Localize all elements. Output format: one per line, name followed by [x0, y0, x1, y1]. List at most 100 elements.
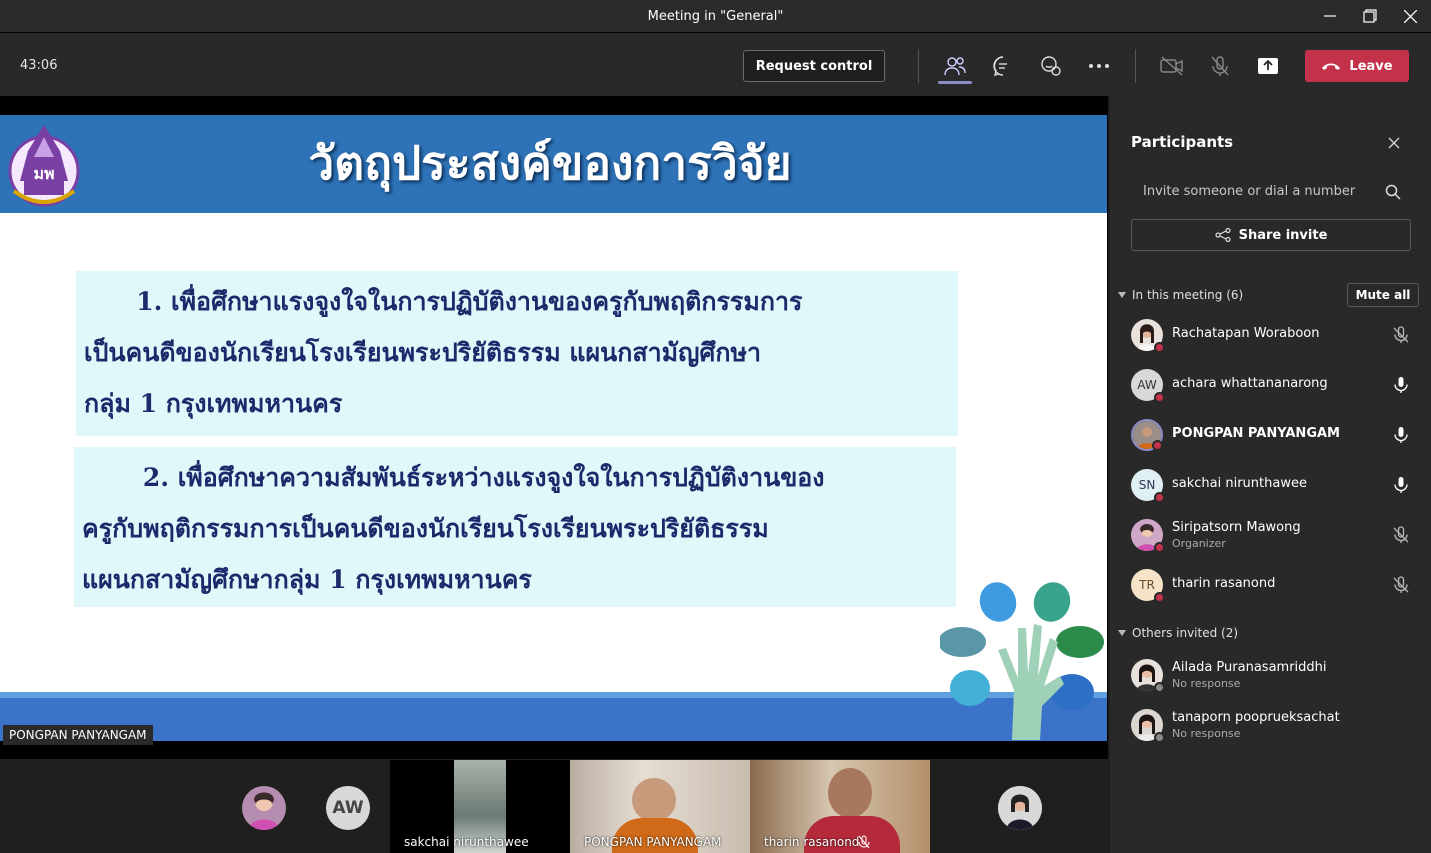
in-meeting-label: In this meeting (6)	[1132, 288, 1244, 302]
video-tile[interactable]: PONGPAN PANYANGAM	[570, 760, 750, 853]
status-busy-dot	[1154, 492, 1165, 503]
phone-hangup-icon	[1322, 63, 1341, 70]
others-invited-label: Others invited (2)	[1132, 626, 1239, 640]
mic-on-icon	[1392, 426, 1410, 444]
request-control-button[interactable]: Request control	[743, 50, 885, 82]
objective-2-line: 2. เพื่อศึกษาความสัมพันธ์ระหว่างแรงจูงใจ…	[82, 463, 825, 492]
in-meeting-section-toggle[interactable]: In this meeting (6)	[1118, 288, 1243, 302]
hand-tree-illustration	[938, 580, 1107, 740]
mic-off-icon[interactable]	[1207, 53, 1233, 79]
restore-icon[interactable]	[1350, 0, 1390, 32]
svg-text:มพ: มพ	[33, 164, 54, 183]
video-tile[interactable]: sakchai nirunthawee	[390, 760, 570, 853]
participant-name: tharin rasanond	[1172, 576, 1276, 591]
reactions-icon[interactable]	[1038, 53, 1064, 79]
invited-row[interactable]: tanaporn pooprueksachat No response	[1110, 700, 1431, 750]
participant-role: Organizer	[1172, 537, 1226, 550]
participant-avatar: SN	[1131, 469, 1165, 503]
video-tile[interactable]: tharin rasanond	[750, 760, 930, 853]
meeting-toolbar: 43:06 Request control Leave	[0, 32, 1431, 96]
shared-content-stage: มพ วัตถุประสงค์ของการวิจัย 1. เพื่อศึกษา…	[0, 96, 1108, 759]
window-titlebar: Meeting in "General"	[0, 0, 1431, 32]
participant-row[interactable]: Siripatsorn Mawong Organizer	[1110, 510, 1431, 560]
objective-1-line: กลุ่ม 1 กรุงเทพมหานคร	[84, 389, 343, 418]
close-window-icon[interactable]	[1390, 0, 1430, 32]
university-logo: มพ	[8, 121, 80, 211]
video-tile-label: PONGPAN PANYANGAM	[584, 835, 722, 849]
objective-2-line: แผนกสามัญศึกษากลุ่ม 1 กรุงเทพมหานคร	[82, 565, 532, 594]
participant-avatar	[1131, 419, 1163, 451]
participant-name: Siripatsorn Mawong	[1172, 520, 1301, 535]
share-invite-button[interactable]: Share invite	[1131, 219, 1411, 251]
objective-box-2: 2. เพื่อศึกษาความสัมพันธ์ระหว่างแรงจูงใจ…	[74, 447, 956, 607]
close-panel-icon[interactable]	[1385, 134, 1403, 152]
participant-name: PONGPAN PANYANGAM	[1172, 426, 1340, 441]
presenter-name-tag: PONGPAN PANYANGAM	[3, 725, 153, 745]
video-tile-label: tharin rasanond	[764, 835, 860, 849]
meeting-timer: 43:06	[20, 58, 58, 73]
participant-initials: TR	[1139, 578, 1155, 592]
participant-row[interactable]: Rachatapan Woraboon	[1110, 310, 1431, 360]
status-busy-dot	[1154, 542, 1165, 553]
minimize-icon[interactable]	[1310, 0, 1350, 32]
status-offline-dot	[1154, 682, 1165, 693]
objective-box-1: 1. เพื่อศึกษาแรงจูงใจในการปฏิบัติงานของค…	[76, 271, 958, 436]
video-person	[632, 778, 676, 822]
objective-2-line: ครูกับพฤติกรรมการเป็นคนดีของนักเรียนโรงเ…	[82, 514, 769, 543]
participant-row[interactable]: TR tharin rasanond	[1110, 560, 1431, 610]
mic-muted-icon	[1392, 326, 1410, 344]
participants-active-indicator	[938, 81, 972, 84]
objective-1-line: 1. เพื่อศึกษาแรงจูงใจในการปฏิบัติงานของค…	[84, 287, 803, 316]
share-icon	[1214, 228, 1231, 242]
invited-status: No response	[1172, 677, 1241, 690]
participant-avatar-aw[interactable]: AW	[326, 786, 370, 830]
participant-initials: AW	[1137, 378, 1157, 392]
participant-row[interactable]: SN sakchai nirunthawee	[1110, 460, 1431, 510]
mic-on-icon	[1392, 476, 1410, 494]
participant-avatar[interactable]	[998, 786, 1042, 830]
invite-input[interactable]: Invite someone or dial a number	[1131, 176, 1410, 210]
slide-header: มพ วัตถุประสงค์ของการวิจัย	[0, 115, 1107, 213]
participant-avatar	[1131, 659, 1165, 693]
mute-all-button[interactable]: Mute all	[1347, 283, 1419, 307]
participant-name: Rachatapan Woraboon	[1172, 326, 1320, 341]
participant-avatar	[1131, 519, 1165, 553]
participants-icon[interactable]	[942, 53, 968, 79]
panel-title: Participants	[1131, 133, 1234, 151]
chevron-down-icon	[1118, 630, 1126, 636]
presentation-slide: มพ วัตถุประสงค์ของการวิจัย 1. เพื่อศึกษา…	[0, 115, 1107, 741]
window-title: Meeting in "General"	[647, 8, 784, 24]
mic-muted-icon	[1392, 576, 1410, 594]
toolbar-divider	[1135, 49, 1136, 83]
participant-initials: SN	[1138, 478, 1156, 492]
leave-button[interactable]: Leave	[1305, 50, 1409, 82]
more-options-icon[interactable]	[1086, 53, 1112, 79]
participant-name: achara whattananarong	[1172, 376, 1328, 391]
participant-avatar	[1131, 709, 1165, 743]
search-icon[interactable]	[1385, 184, 1401, 204]
objective-1-line: เป็นคนดีของนักเรียนโรงเรียนพระปริยัติธรร…	[84, 338, 761, 367]
others-invited-section-toggle[interactable]: Others invited (2)	[1118, 626, 1238, 640]
participant-avatar[interactable]	[242, 786, 286, 830]
video-gallery-strip: AW sakchai nirunthawee PONGPAN PANYANGAM…	[0, 759, 1108, 853]
video-tile-label: sakchai nirunthawee	[404, 835, 529, 849]
camera-off-icon[interactable]	[1159, 53, 1185, 79]
status-busy-dot	[1154, 592, 1165, 603]
participant-name: sakchai nirunthawee	[1172, 476, 1307, 491]
leave-label: Leave	[1349, 58, 1393, 74]
status-offline-dot	[1154, 732, 1165, 743]
share-screen-icon[interactable]	[1255, 53, 1281, 79]
invited-status: No response	[1172, 727, 1241, 740]
share-invite-label: Share invite	[1238, 227, 1328, 243]
mic-muted-icon	[1392, 526, 1410, 544]
participant-avatar: TR	[1131, 569, 1165, 603]
participants-panel: Participants Invite someone or dial a nu…	[1110, 96, 1431, 853]
status-busy-dot	[1154, 342, 1165, 353]
toolbar-divider	[918, 49, 919, 83]
mic-on-icon	[1392, 376, 1410, 394]
participant-row[interactable]: AW achara whattananarong	[1110, 360, 1431, 410]
participant-row[interactable]: PONGPAN PANYANGAM	[1110, 410, 1431, 460]
invited-row[interactable]: Ailada Puranasamriddhi No response	[1110, 650, 1431, 700]
status-busy-dot	[1152, 440, 1163, 451]
chat-icon[interactable]	[990, 53, 1016, 79]
